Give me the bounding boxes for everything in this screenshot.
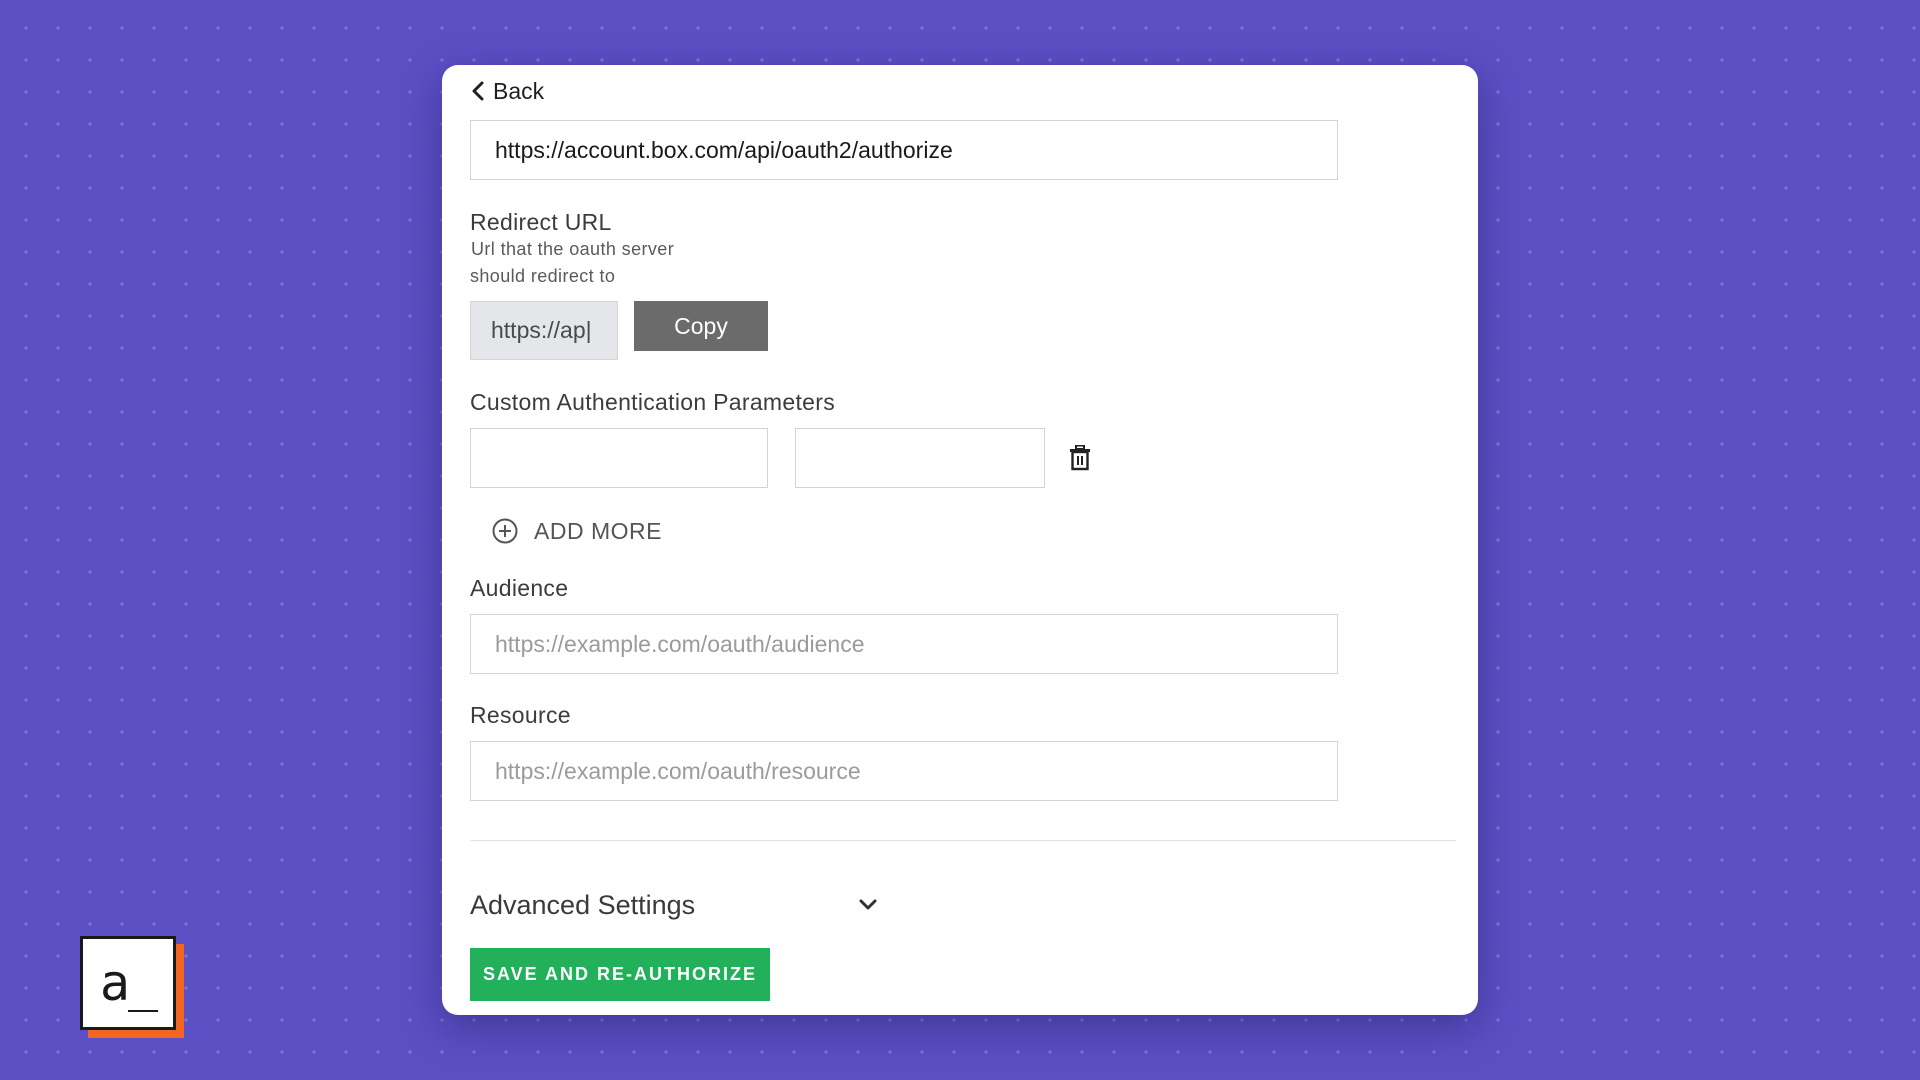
save-and-reauthorize-button[interactable]: SAVE AND RE-AUTHORIZE	[470, 948, 770, 1001]
audience-input[interactable]: https://example.com/oauth/audience	[470, 614, 1338, 674]
chevron-down-icon	[859, 899, 877, 910]
copy-button-label: Copy	[674, 312, 728, 339]
plus-circle-icon	[492, 518, 518, 544]
logo-mark: a_	[80, 936, 176, 1030]
redirect-url-label: Redirect URL	[470, 209, 612, 235]
resource-placeholder: https://example.com/oauth/resource	[495, 757, 861, 784]
resource-label: Resource	[470, 702, 571, 728]
logo-text: a_	[99, 954, 158, 1012]
back-button[interactable]: Back	[471, 73, 544, 109]
redirect-url-help-line-2: should redirect to	[470, 266, 616, 286]
authorization-url-value: https://account.box.com/api/oauth2/autho…	[495, 136, 953, 163]
save-button-label: SAVE AND RE-AUTHORIZE	[482, 964, 757, 984]
add-more-label: ADD MORE	[534, 517, 662, 544]
chevron-left-icon	[472, 81, 484, 101]
redirect-url-help-line-1: Url that the oauth server	[471, 239, 675, 259]
advanced-settings-toggle[interactable]: Advanced Settings	[470, 885, 878, 925]
trash-icon[interactable]	[1068, 445, 1092, 471]
back-label: Back	[493, 77, 545, 104]
custom-param-value-input[interactable]	[795, 428, 1045, 488]
authorization-url-input[interactable]: https://account.box.com/api/oauth2/autho…	[470, 120, 1338, 180]
custom-param-key-input[interactable]	[470, 428, 768, 488]
resource-input[interactable]: https://example.com/oauth/resource	[470, 741, 1338, 801]
section-divider	[470, 840, 1456, 841]
custom-auth-params-label: Custom Authentication Parameters	[470, 389, 835, 415]
audience-label: Audience	[470, 575, 569, 601]
add-more-button[interactable]: ADD MORE	[492, 516, 662, 546]
oauth-settings-card: Back https://account.box.com/api/oauth2/…	[442, 65, 1478, 1015]
copy-button[interactable]: Copy	[634, 301, 768, 351]
redirect-url-value: https://ap|	[491, 317, 592, 343]
audience-placeholder: https://example.com/oauth/audience	[495, 630, 865, 657]
brand-logo: a_	[80, 936, 184, 1038]
advanced-settings-label: Advanced Settings	[470, 889, 696, 920]
redirect-url-input[interactable]: https://ap|	[470, 301, 618, 360]
